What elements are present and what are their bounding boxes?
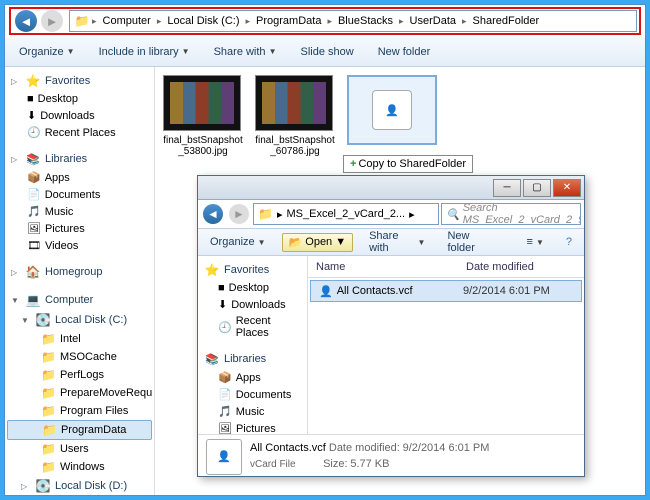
forward-button[interactable]: ►	[41, 10, 63, 32]
view-button[interactable]: ≡▼	[521, 232, 550, 252]
new-folder-button-2[interactable]: New folder	[441, 226, 500, 258]
crumb-computer[interactable]: Computer	[99, 15, 155, 27]
details-pane: 👤 All Contacts.vcf Date modified: 9/2/20…	[198, 434, 584, 478]
forward-button-2[interactable]: ►	[229, 204, 249, 224]
maximize-button[interactable]: ▢	[523, 179, 551, 197]
disk-icon	[35, 312, 51, 328]
computer-header[interactable]: ▼Computer	[7, 290, 152, 310]
address-bar-2: ◄ ► ▸ MS_Excel_2_vCard_2... ▸ 🔍Search MS…	[198, 200, 584, 228]
folder-icon	[74, 13, 90, 29]
col-date[interactable]: Date modified	[466, 261, 576, 273]
crumb-userdata[interactable]: UserData	[406, 15, 460, 27]
search-input[interactable]: 🔍Search MS_Excel_2_vCard_2_9_2014_18...	[441, 203, 581, 225]
crumb-c[interactable]: Local Disk (C:)	[163, 15, 243, 27]
sidebar-videos[interactable]: 🎞Videos	[7, 237, 152, 254]
share-with-button-2[interactable]: Share with▼	[363, 226, 431, 258]
navigation-pane-2: Favorites ■Desktop ⬇Downloads 🕘Recent Pl…	[198, 256, 308, 434]
sidebar2-music[interactable]: 🎵Music	[200, 403, 305, 420]
folder-users[interactable]: Users	[7, 440, 152, 458]
open-button[interactable]: 📂Open▼	[282, 233, 354, 252]
organize-button[interactable]: Organize▼	[13, 42, 81, 62]
file-list: Name Date modified 👤 All Contacts.vcf 9/2…	[308, 256, 584, 434]
explorer-window-secondary: ─ ▢ ✕ ◄ ► ▸ MS_Excel_2_vCard_2... ▸ 🔍Sea…	[197, 175, 585, 477]
explorer-window-main: ◄ ► ▸ Computer▸ Local Disk (C:)▸ Program…	[4, 4, 646, 496]
sidebar-music[interactable]: 🎵Music	[7, 203, 152, 220]
toolbar: Organize▼ Include in library▼ Share with…	[5, 37, 645, 67]
file-date: 9/2/2014 6:01 PM	[463, 285, 573, 297]
disk-d[interactable]: ▷Local Disk (D:)	[7, 476, 152, 495]
favorites-header[interactable]: ▷Favorites	[7, 71, 152, 91]
sidebar-downloads[interactable]: ⬇Downloads	[7, 107, 152, 124]
organize-button-2[interactable]: Organize▼	[204, 232, 272, 252]
file-thumb-1[interactable]: final_bstSnapshot_53800.jpg	[163, 75, 243, 157]
help-button[interactable]: ?	[560, 232, 578, 252]
sidebar-documents[interactable]: 📄Documents	[7, 186, 152, 203]
sidebar2-recent[interactable]: 🕘Recent Places	[200, 313, 305, 341]
close-button[interactable]: ✕	[553, 179, 581, 197]
sidebar2-documents[interactable]: 📄Documents	[200, 386, 305, 403]
file-name: All Contacts.vcf	[337, 285, 413, 297]
include-library-button[interactable]: Include in library▼	[93, 42, 196, 62]
share-with-button[interactable]: Share with▼	[208, 42, 283, 62]
titlebar[interactable]: ─ ▢ ✕	[198, 176, 584, 200]
status-type: vCard File	[250, 459, 296, 470]
crumb-programdata[interactable]: ProgramData	[252, 15, 325, 27]
folder-programdata[interactable]: ProgramData	[7, 420, 152, 440]
computer-icon	[25, 292, 41, 308]
sidebar2-pictures[interactable]: 🖼Pictures	[200, 420, 305, 434]
toolbar-2: Organize▼ 📂Open▼ Share with▼ New folder …	[198, 228, 584, 256]
file-label: final_bstSnapshot_60786.jpg	[255, 135, 335, 157]
vcard-small-icon: 👤	[319, 285, 333, 298]
libraries-header-2[interactable]: Libraries	[200, 349, 305, 369]
sidebar-apps[interactable]: 📦Apps	[7, 169, 152, 186]
favorites-header-2[interactable]: Favorites	[200, 260, 305, 280]
new-folder-button[interactable]: New folder	[372, 42, 437, 62]
folder-windows[interactable]: Windows	[7, 458, 152, 476]
address-bar-highlighted: ◄ ► ▸ Computer▸ Local Disk (C:)▸ Program…	[9, 7, 641, 35]
star-icon	[25, 73, 41, 89]
copy-tooltip: +Copy to SharedFolder	[343, 155, 473, 173]
sidebar-desktop[interactable]: ■Desktop	[7, 91, 152, 107]
column-headers[interactable]: Name Date modified	[308, 256, 584, 278]
col-name[interactable]: Name	[316, 261, 466, 273]
drop-target[interactable]: 👤 +Copy to SharedFolder	[347, 75, 437, 145]
sidebar2-apps[interactable]: 📦Apps	[200, 369, 305, 386]
folder-msocache[interactable]: MSOCache	[7, 348, 152, 366]
breadcrumb[interactable]: ▸ Computer▸ Local Disk (C:)▸ ProgramData…	[69, 10, 637, 32]
folder-perflogs[interactable]: PerfLogs	[7, 366, 152, 384]
breadcrumb-2[interactable]: ▸ MS_Excel_2_vCard_2... ▸	[253, 203, 439, 225]
sidebar2-downloads[interactable]: ⬇Downloads	[200, 296, 305, 313]
sidebar2-desktop[interactable]: ■Desktop	[200, 280, 305, 296]
sidebar-pictures[interactable]: 🖼Pictures	[7, 220, 152, 237]
home-icon	[25, 264, 41, 280]
libraries-header[interactable]: ▷Libraries	[7, 149, 152, 169]
back-button-2[interactable]: ◄	[203, 204, 223, 224]
folder-icon	[258, 207, 273, 221]
libraries-icon	[25, 151, 41, 167]
file-label: final_bstSnapshot_53800.jpg	[163, 135, 243, 157]
navigation-pane: ▷Favorites ■Desktop ⬇Downloads 🕘Recent P…	[5, 67, 155, 495]
file-row-selected[interactable]: 👤 All Contacts.vcf 9/2/2014 6:01 PM	[310, 280, 582, 302]
minimize-button[interactable]: ─	[493, 179, 521, 197]
sidebar-recent[interactable]: 🕘Recent Places	[7, 124, 152, 141]
status-filename: All Contacts.vcf	[250, 442, 326, 454]
folder-intel[interactable]: Intel	[7, 330, 152, 348]
disk-c-header[interactable]: ▼Local Disk (C:)	[7, 310, 152, 330]
folder-programfiles[interactable]: Program Files	[7, 402, 152, 420]
crumb-sharedfolder[interactable]: SharedFolder	[469, 15, 544, 27]
file-thumb-2[interactable]: final_bstSnapshot_60786.jpg	[255, 75, 335, 157]
path-text: MS_Excel_2_vCard_2...	[286, 208, 405, 220]
back-button[interactable]: ◄	[15, 10, 37, 32]
thumbnail-image	[255, 75, 333, 131]
crumb-bluestacks[interactable]: BlueStacks	[334, 15, 397, 27]
slideshow-button[interactable]: Slide show	[294, 42, 359, 62]
folder-preparemove[interactable]: PrepareMoveRequ	[7, 384, 152, 402]
vcard-icon: 👤	[372, 90, 412, 130]
thumbnail-image	[163, 75, 241, 131]
vcard-large-icon: 👤	[206, 439, 242, 475]
homegroup-header[interactable]: ▷Homegroup	[7, 262, 152, 282]
